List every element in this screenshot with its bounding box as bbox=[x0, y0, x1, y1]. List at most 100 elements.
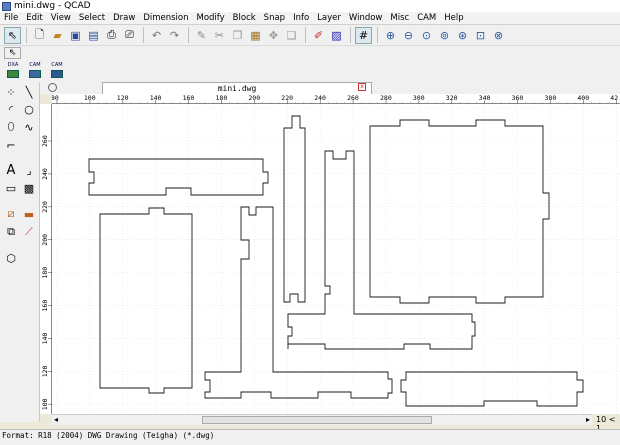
zoom-auto-icon[interactable]: ⊙ bbox=[418, 27, 435, 44]
toolbar-separator bbox=[188, 27, 189, 43]
secondary-toolbar: ⇖ bbox=[0, 46, 620, 60]
copy-icon[interactable]: ❐ bbox=[229, 27, 246, 44]
menu-view[interactable]: View bbox=[47, 13, 75, 23]
block-view-icon[interactable]: ▨ bbox=[328, 27, 345, 44]
draw-red-pen-icon[interactable]: ✐ bbox=[310, 27, 327, 44]
menu-snap[interactable]: Snap bbox=[260, 13, 289, 23]
dimension-tool-icon[interactable]: ⌟ bbox=[21, 162, 37, 178]
horizontal-scrollbar[interactable]: ◂ ▸ bbox=[52, 414, 592, 425]
edit-pencil-icon[interactable]: ✎ bbox=[193, 27, 210, 44]
menu-draw[interactable]: Draw bbox=[109, 13, 139, 23]
tab-mini-dwg[interactable]: mini.dwg bbox=[102, 82, 372, 94]
arc-tool-icon[interactable]: ◜ bbox=[3, 101, 19, 117]
cam-export-icon[interactable]: CAM bbox=[26, 62, 44, 80]
scroll-left-icon[interactable]: ◂ bbox=[54, 415, 58, 424]
menu-cam[interactable]: CAM bbox=[413, 13, 440, 23]
menu-help[interactable]: Help bbox=[440, 13, 467, 23]
ruler-tick-label: 400 bbox=[577, 94, 589, 102]
drawing-part-tall-left-panel[interactable] bbox=[99, 207, 193, 394]
paste-icon[interactable]: ▦ bbox=[247, 27, 264, 44]
drawing-part-large-square[interactable] bbox=[369, 119, 550, 304]
spline-tool-icon[interactable]: ∿ bbox=[21, 119, 37, 135]
new-file-icon[interactable]: 🗋 bbox=[31, 27, 48, 44]
ruler-tick-label: 42 bbox=[610, 94, 618, 102]
polyline-tool-icon[interactable]: ⌐ bbox=[3, 137, 19, 153]
menu-select[interactable]: Select bbox=[75, 13, 109, 23]
zoom-redraw-icon[interactable]: ⊛ bbox=[454, 27, 471, 44]
cam-graphic bbox=[29, 70, 41, 78]
ellipse-tool-icon[interactable]: ⬯ bbox=[3, 119, 19, 135]
ruler-tick-label: 220 bbox=[41, 201, 49, 213]
toolbar-separator bbox=[143, 27, 144, 43]
main-toolbar: ⇖ 🗋 ▰ ▣ ▤ ⎙ ⎚ ↶ ↷ ✎ ✂ ❐ ▦ ✥ ❏ ✐ ▨ # ⊕ ⊖ … bbox=[0, 25, 620, 46]
menu-info[interactable]: Info bbox=[289, 13, 313, 23]
toolbar-separator bbox=[26, 27, 27, 43]
save-as-icon[interactable]: ▤ bbox=[85, 27, 102, 44]
scrollbar-thumb[interactable] bbox=[202, 416, 432, 424]
ruler-tick-label: 300 bbox=[413, 94, 425, 102]
grid-icon[interactable]: # bbox=[355, 26, 372, 44]
ruler-tick-label: 240 bbox=[314, 94, 326, 102]
status-text: Format: R18 (2004) DWG Drawing (Teigha) … bbox=[2, 431, 215, 440]
ruler-tick-label: 160 bbox=[41, 300, 49, 312]
ruler-tick-label: 120 bbox=[117, 94, 129, 102]
3d-box-tool-icon[interactable]: ⬡ bbox=[3, 250, 19, 266]
window-title: mini.dwg - QCAD bbox=[14, 1, 91, 11]
menu-file[interactable]: File bbox=[0, 13, 22, 23]
redo-icon[interactable]: ↷ bbox=[166, 27, 183, 44]
cam-config-icon[interactable]: CAM bbox=[48, 62, 66, 80]
select-arrow-icon[interactable]: ⇖ bbox=[4, 47, 21, 59]
zoom-pan-icon[interactable]: ⊗ bbox=[490, 27, 507, 44]
zoom-out-icon[interactable]: ⊖ bbox=[400, 27, 417, 44]
dxa-export-icon[interactable]: DXA bbox=[4, 62, 22, 80]
drawing-svg[interactable] bbox=[52, 104, 620, 414]
print-icon[interactable]: ⎙ bbox=[103, 27, 120, 44]
info-tool-icon[interactable]: ⟋ bbox=[21, 224, 37, 240]
print-preview-icon[interactable]: ⎚ bbox=[121, 27, 138, 44]
menu-misc[interactable]: Misc bbox=[386, 13, 413, 23]
cut-icon[interactable]: ✂ bbox=[211, 27, 228, 44]
line-tool-icon[interactable]: ╲ bbox=[21, 84, 37, 100]
ruler-tick-label: 180 bbox=[216, 94, 228, 102]
paste-block-icon[interactable]: ❏ bbox=[283, 27, 300, 44]
vertical-ruler: 260 240 220 200 180 160 140 120 100 bbox=[40, 104, 52, 414]
close-icon[interactable]: x bbox=[358, 83, 366, 91]
left-tool-panel: ⁘ ╲ ◜ ○ ⬯ ∿ ⌐ A ⌟ ▭ ▩ ⧄ ▬ ⧉ ⟋ ⬡ bbox=[0, 82, 40, 422]
ruler-tick-label: 200 bbox=[248, 94, 260, 102]
text-tool-icon[interactable]: A bbox=[3, 162, 19, 178]
drawing-part-bottom-right-bar[interactable] bbox=[400, 371, 584, 407]
modify-tool-icon[interactable]: ⧄ bbox=[3, 206, 19, 222]
menu-block[interactable]: Block bbox=[229, 13, 260, 23]
ruler-tick-label: 200 bbox=[41, 234, 49, 246]
open-file-icon[interactable]: ▰ bbox=[49, 27, 66, 44]
menu-edit[interactable]: Edit bbox=[22, 13, 46, 23]
menu-dimension[interactable]: Dimension bbox=[139, 13, 192, 23]
image-tool-icon[interactable]: ▩ bbox=[21, 180, 37, 196]
tab-menu-icon[interactable] bbox=[48, 83, 57, 92]
copy-with-reference-icon[interactable]: ✥ bbox=[265, 27, 282, 44]
menu-layer[interactable]: Layer bbox=[313, 13, 345, 23]
drawing-canvas[interactable] bbox=[52, 104, 620, 414]
tab-label: mini.dwg bbox=[217, 84, 257, 93]
menu-modify[interactable]: Modify bbox=[193, 13, 229, 23]
measure-tool-icon[interactable]: ▬ bbox=[21, 206, 37, 222]
drawing-part-l-shape-vertical[interactable] bbox=[204, 206, 393, 399]
circle-tool-icon[interactable]: ○ bbox=[21, 101, 37, 117]
point-tool-icon[interactable]: ⁘ bbox=[3, 84, 19, 100]
drawing-part-top-left-bar[interactable] bbox=[88, 158, 269, 196]
undo-icon[interactable]: ↶ bbox=[148, 27, 165, 44]
toolbar-separator bbox=[377, 27, 378, 43]
ruler-tick-label: 340 bbox=[479, 94, 491, 102]
scroll-right-icon[interactable]: ▸ bbox=[586, 415, 590, 424]
zoom-window-icon[interactable]: ⊡ bbox=[472, 27, 489, 44]
select-pointer-icon[interactable]: ⇖ bbox=[4, 26, 21, 44]
block-tool-icon[interactable]: ⧉ bbox=[3, 224, 19, 240]
save-icon[interactable]: ▣ bbox=[67, 27, 84, 44]
zoom-previous-icon[interactable]: ⊚ bbox=[436, 27, 453, 44]
cam-graphic bbox=[7, 70, 19, 78]
drawing-part-medium-column[interactable] bbox=[287, 150, 476, 350]
hatch-tool-icon[interactable]: ▭ bbox=[3, 180, 19, 196]
zoom-in-icon[interactable]: ⊕ bbox=[382, 27, 399, 44]
menu-window[interactable]: Window bbox=[345, 13, 387, 23]
ruler-tick-label: 140 bbox=[41, 333, 49, 345]
